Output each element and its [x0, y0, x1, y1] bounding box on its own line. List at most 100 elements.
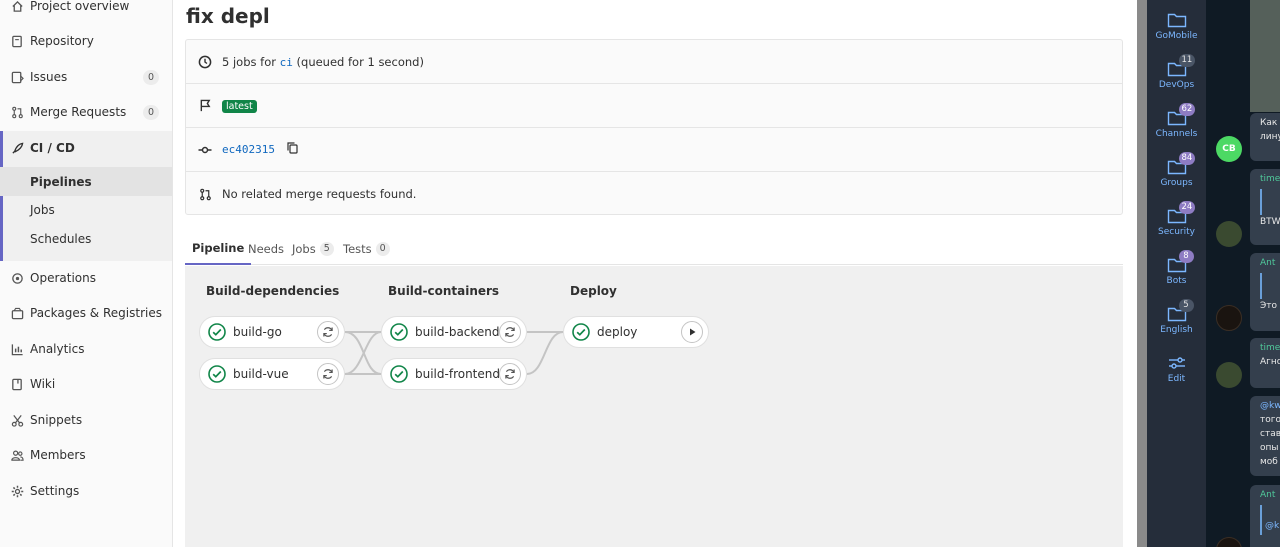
message-text: BTW	[1260, 217, 1280, 227]
chat-message[interactable]: time BTW	[1250, 169, 1280, 245]
message-text: Агно	[1260, 357, 1280, 367]
job-deploy[interactable]: deploy	[563, 316, 709, 348]
badges-row: latest	[186, 84, 1122, 128]
sidebar-item-project-overview[interactable]: Project overview	[0, 0, 172, 23]
play-icon[interactable]	[681, 321, 703, 343]
branch-link[interactable]: ci	[280, 56, 293, 69]
sidebar-item-cicd[interactable]: CI / CD	[0, 131, 172, 165]
tab-count-badge: 0	[375, 241, 390, 256]
tab-tests[interactable]: Tests 0	[343, 232, 390, 265]
folder-label: Edit	[1167, 374, 1186, 384]
retry-icon[interactable]	[499, 321, 521, 343]
folder-security[interactable]: 24 Security	[1147, 196, 1206, 242]
tab-jobs[interactable]: Jobs 5	[292, 232, 334, 265]
message-sender: time	[1260, 343, 1280, 353]
folder-label: DevOps	[1158, 80, 1195, 90]
stage-title-build-containers: Build-containers	[388, 284, 500, 298]
clock-icon	[198, 55, 212, 69]
status-success-icon	[390, 365, 408, 383]
avatar[interactable]	[1216, 305, 1242, 331]
folder-bots[interactable]: 8 Bots	[1147, 245, 1206, 291]
folder-channels[interactable]: 62 Channels	[1147, 98, 1206, 144]
rocket-icon	[10, 141, 24, 155]
message-mention: @k	[1265, 521, 1280, 531]
folder-icon: 8	[1167, 250, 1194, 273]
commit-sha-link[interactable]: ec402315	[222, 143, 275, 156]
message-text: Как	[1260, 118, 1278, 128]
job-build-backend[interactable]: build-backend	[381, 316, 527, 348]
latest-badge: latest	[222, 100, 257, 113]
jobs-info-text: 5 jobs for ci (queued for 1 second)	[222, 55, 424, 69]
chat-message[interactable]: @kw того став опы моб	[1250, 396, 1280, 476]
queued-text: (queued for 1 second)	[296, 54, 424, 69]
copy-icon[interactable]	[287, 142, 298, 157]
job-build-vue[interactable]: build-vue	[199, 358, 345, 390]
jobs-count-text: 5 jobs for	[222, 54, 276, 69]
sidebar-item-members[interactable]: Members	[0, 438, 172, 472]
sidebar-item-issues[interactable]: Issues 0	[0, 60, 172, 94]
folder-label: English	[1160, 325, 1193, 335]
folder-icon: 5	[1167, 299, 1194, 322]
sidebar-subitem-jobs[interactable]: Jobs	[0, 195, 172, 224]
reply-quote: @k	[1260, 505, 1280, 535]
chart-icon	[10, 342, 24, 356]
sidebar-item-repository[interactable]: Repository	[0, 24, 172, 58]
sidebar-item-operations[interactable]: Operations	[0, 261, 172, 295]
pipeline-tabs: Pipeline Needs Jobs 5 Tests 0	[185, 232, 1123, 265]
chat-message[interactable]: time Агно	[1250, 338, 1280, 388]
chat-message[interactable]: Ant @k	[1250, 485, 1280, 547]
retry-icon[interactable]	[317, 363, 339, 385]
sidebar-item-analytics[interactable]: Analytics	[0, 332, 172, 366]
merge-request-icon	[198, 187, 212, 201]
status-success-icon	[208, 365, 226, 383]
folder-icon	[1167, 12, 1187, 28]
folder-gomobile[interactable]: GoMobile	[1147, 0, 1206, 46]
folder-unread-badge: 11	[1178, 54, 1196, 67]
wiki-book-icon	[10, 377, 24, 391]
tab-label: Jobs	[292, 241, 316, 256]
stage-title-build-dependencies: Build-dependencies	[206, 284, 340, 298]
stage-title-deploy: Deploy	[570, 284, 617, 298]
avatar[interactable]	[1216, 221, 1242, 247]
sidebar-item-wiki[interactable]: Wiki	[0, 367, 172, 401]
status-success-icon	[572, 323, 590, 341]
sidebar-subitem-pipelines[interactable]: Pipelines	[0, 167, 172, 196]
tab-label: Pipeline	[192, 240, 245, 255]
flag-icon	[198, 99, 212, 113]
message-mention: @kw	[1260, 401, 1280, 411]
job-name: deploy	[597, 325, 638, 339]
folder-icon: 24	[1167, 201, 1196, 224]
retry-icon[interactable]	[317, 321, 339, 343]
retry-icon[interactable]	[499, 363, 521, 385]
merge-request-row: No related merge requests found.	[186, 172, 1122, 216]
message-text: того	[1260, 415, 1280, 425]
sidebar-item-packages-registries[interactable]: Packages & Registries	[0, 296, 172, 330]
folder-edit-button[interactable]: Edit	[1147, 343, 1206, 389]
job-build-go[interactable]: build-go	[199, 316, 345, 348]
message-text: лину	[1260, 132, 1280, 142]
sidebar-item-label: Analytics	[30, 342, 85, 356]
folder-english[interactable]: 5 English	[1147, 294, 1206, 340]
avatar[interactable]: CB	[1216, 136, 1242, 162]
sidebar-item-snippets[interactable]: Snippets	[0, 403, 172, 437]
folder-groups[interactable]: 84 Groups	[1147, 147, 1206, 193]
sidebar-item-settings[interactable]: Settings	[0, 474, 172, 508]
tab-pipeline[interactable]: Pipeline	[185, 232, 252, 265]
chat-message[interactable]: Ant Это	[1250, 253, 1280, 331]
tab-needs[interactable]: Needs	[248, 232, 284, 265]
users-icon	[10, 448, 24, 462]
avatar[interactable]	[1216, 362, 1242, 388]
sidebar-item-label: Snippets	[30, 413, 83, 427]
folder-devops[interactable]: 11 DevOps	[1147, 49, 1206, 95]
sidebar-subitem-schedules[interactable]: Schedules	[0, 224, 172, 253]
sidebar-item-merge-requests[interactable]: Merge Requests 0	[0, 95, 172, 129]
status-success-icon	[390, 323, 408, 341]
avatar[interactable]	[1216, 537, 1242, 547]
window-gap	[1137, 0, 1147, 547]
status-success-icon	[208, 323, 226, 341]
sidebar-item-label: Packages & Registries	[30, 306, 162, 320]
photo-message[interactable]	[1250, 0, 1280, 112]
chat-message[interactable]: Как лину	[1250, 113, 1280, 161]
job-build-frontend[interactable]: build-frontend	[381, 358, 527, 390]
telegram-chat-view: Как лину CB time BTW Ant Это time Агно @…	[1206, 0, 1280, 547]
